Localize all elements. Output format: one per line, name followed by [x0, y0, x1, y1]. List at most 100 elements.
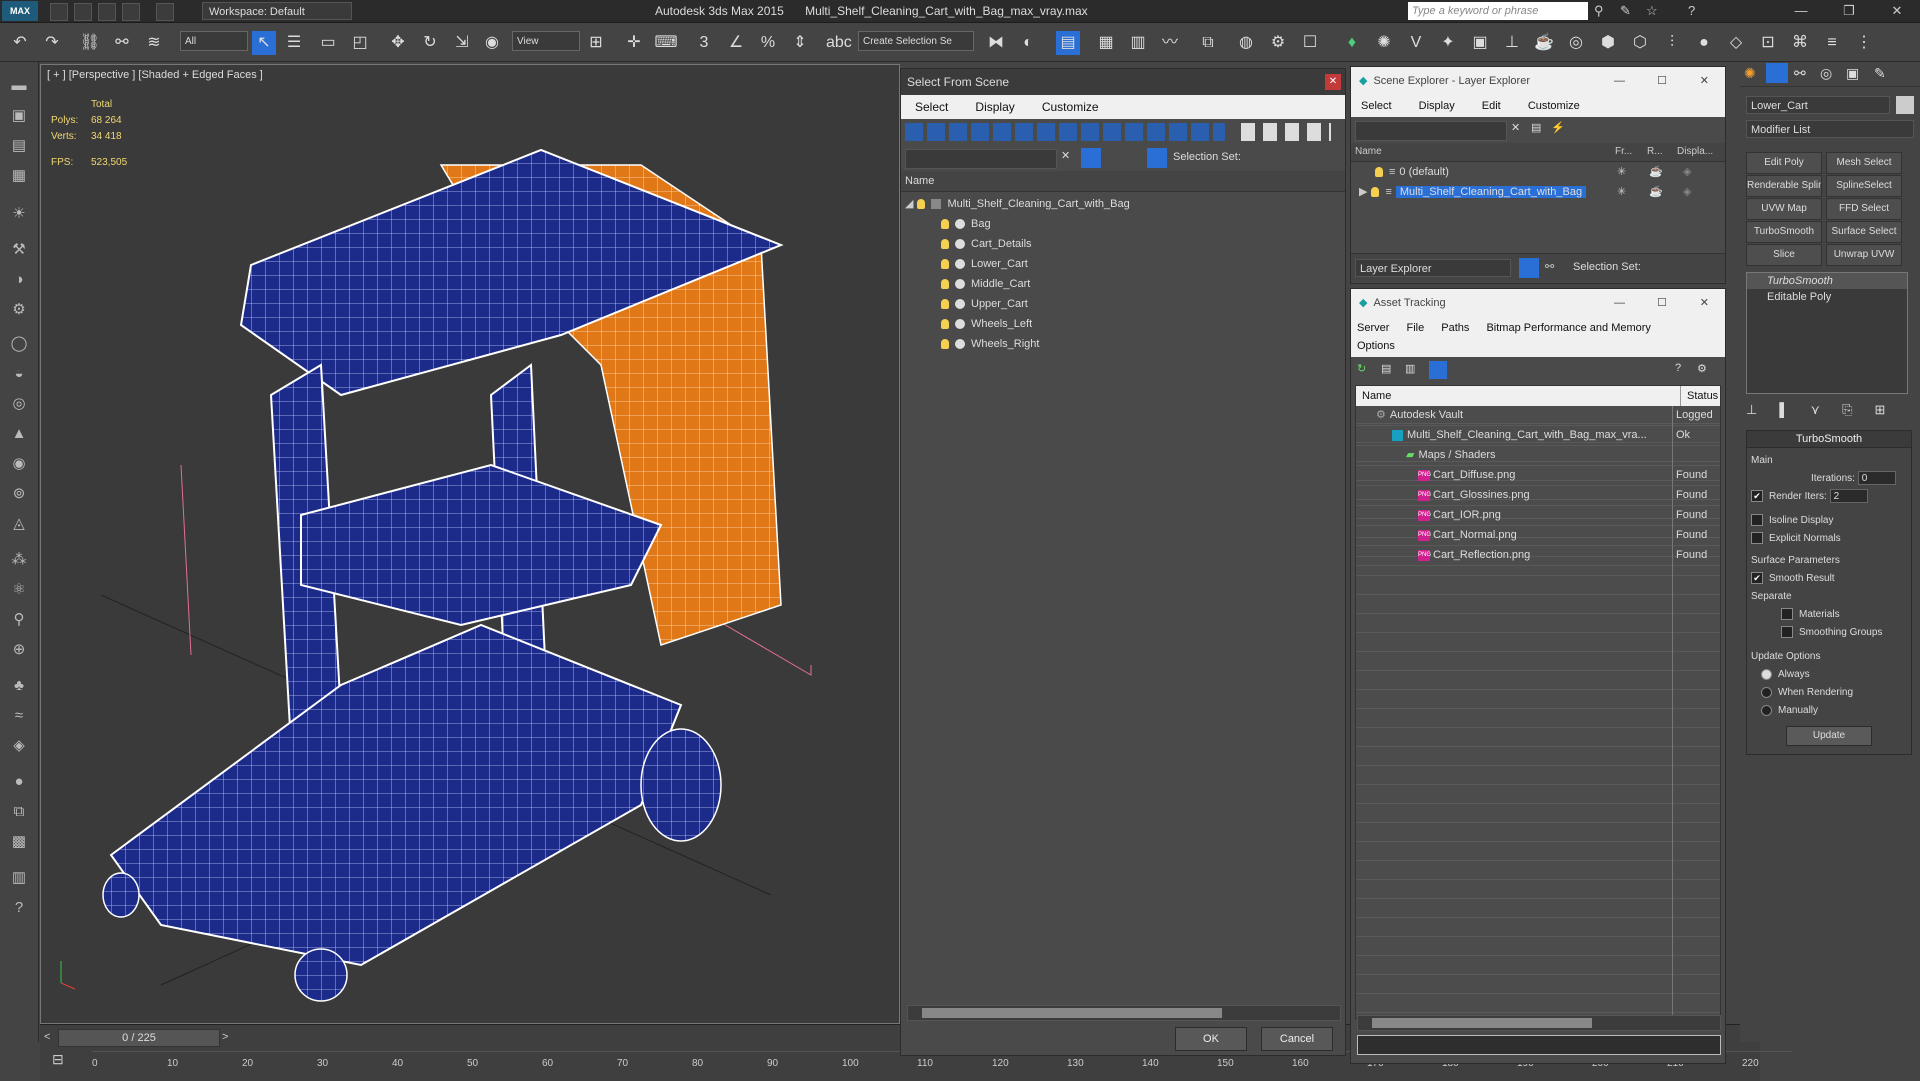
systems-icon[interactable]: ⚙ — [7, 298, 31, 322]
shape-icon[interactable]: ● — [7, 770, 31, 794]
menu-server[interactable]: Server — [1357, 322, 1389, 334]
perspective-viewport[interactable]: [ + ] [Perspective ] [Shaded + Edged Fac… — [40, 64, 900, 1024]
smooth-result-checkbox[interactable]: ✔ — [1751, 572, 1763, 585]
light-bulb-icon[interactable] — [1371, 187, 1380, 198]
modify-tab-icon[interactable] — [1766, 63, 1788, 83]
move-icon[interactable]: ✥ — [386, 31, 410, 55]
light-bulb-icon[interactable] — [941, 239, 949, 250]
vray-fur-icon[interactable]: ⫶ — [1660, 31, 1684, 55]
render-setup-icon[interactable]: ⚙ — [1266, 31, 1290, 55]
list-view-icon[interactable]: ▤ — [1381, 362, 1391, 375]
modifier-button[interactable]: Renderable Spline — [1746, 175, 1822, 197]
find-input[interactable] — [1355, 121, 1507, 141]
display-filter-icons[interactable] — [905, 123, 1225, 141]
rendered-frame-window-icon[interactable]: ☐ — [1298, 31, 1322, 55]
angle-snap-icon[interactable]: ∠ — [724, 31, 748, 55]
ruler-icon[interactable]: ⊥ — [1500, 31, 1524, 55]
vray-plane-icon[interactable]: ◇ — [1724, 31, 1748, 55]
percent-snap-icon[interactable]: % — [756, 31, 780, 55]
asset-row[interactable]: PNG Cart_Glossines.png Found — [1356, 486, 1720, 506]
column-name-header[interactable]: Name — [901, 171, 1345, 192]
save-file-icon[interactable] — [98, 3, 116, 21]
create-tab-icon[interactable]: ✺ — [1744, 65, 1756, 82]
unlink-icon[interactable]: ⚯ — [110, 31, 134, 55]
tree-child-row[interactable]: Middle_Cart — [901, 274, 1345, 294]
asset-row[interactable]: PNG Cart_Diffuse.png Found — [1356, 466, 1720, 486]
rollout-title[interactable]: TurboSmooth — [1746, 430, 1912, 448]
reference-coordinate-dropdown[interactable]: View — [512, 31, 580, 51]
tree-child-row[interactable]: Wheels_Right — [901, 334, 1345, 354]
light-bulb-icon[interactable] — [941, 299, 949, 310]
search-input[interactable]: Type a keyword or phrase — [1408, 2, 1588, 20]
selection-filter-dropdown[interactable]: All — [180, 31, 248, 51]
workspace-dropdown[interactable]: Workspace: Default — [202, 2, 352, 20]
settings-icon[interactable]: ⚙ — [1697, 362, 1707, 375]
expand-icon[interactable]: ▶ — [1359, 186, 1367, 198]
always-radio[interactable] — [1761, 668, 1772, 680]
cloth-icon[interactable]: ◈ — [7, 734, 31, 758]
utilities-tab-icon[interactable]: ✎ — [1874, 65, 1886, 82]
column-name[interactable]: Name — [1355, 143, 1382, 161]
clear-icon[interactable]: ✕ — [1511, 121, 1520, 134]
undo-icon[interactable] — [122, 3, 140, 21]
modifier-button[interactable]: Surface Select — [1826, 221, 1902, 243]
modifier-list-dropdown[interactable]: Modifier List — [1746, 120, 1914, 138]
menu-select[interactable]: Select — [915, 100, 948, 114]
vray-options-icon[interactable]: ⋮ — [1852, 31, 1876, 55]
stack-item-turbosmooth[interactable]: TurboSmooth — [1747, 273, 1907, 289]
render-iters-spinner[interactable]: 2 — [1829, 489, 1868, 504]
link-icon[interactable]: ⛓ — [78, 31, 102, 55]
close-icon[interactable]: ✕ — [1325, 74, 1341, 90]
grid-view-icon[interactable] — [1429, 361, 1447, 379]
cone-icon[interactable]: ▲ — [7, 422, 31, 446]
teapot-icon[interactable]: ☕ — [1532, 31, 1556, 55]
modifier-button[interactable]: Unwrap UVW — [1826, 244, 1902, 266]
asset-row[interactable]: PNG Cart_Reflection.png Found — [1356, 546, 1720, 566]
rect-selection-icon[interactable]: ▭ — [316, 31, 340, 55]
pivot-center-icon[interactable]: ⊞ — [584, 31, 608, 55]
hierarchy-icon[interactable]: ⚯ — [1545, 260, 1554, 273]
tools-icon[interactable]: ✎ — [1620, 3, 1631, 19]
utilities-icon[interactable]: ▥ — [7, 866, 31, 890]
select-manipulate-icon[interactable]: ✛ — [622, 31, 646, 55]
horizontal-scrollbar[interactable] — [907, 1005, 1341, 1021]
material-editor-icon[interactable]: ◍ — [1234, 31, 1258, 55]
menu-options[interactable]: Options — [1357, 340, 1395, 352]
modifier-button[interactable]: Mesh Select — [1826, 152, 1902, 174]
vray-icon[interactable]: V — [1404, 31, 1428, 55]
open-file-icon[interactable] — [74, 3, 92, 21]
hair-icon[interactable]: ≈ — [7, 704, 31, 728]
plane-icon[interactable]: ▤ — [7, 134, 31, 158]
foliage-icon[interactable]: ♣ — [7, 674, 31, 698]
column-frozen[interactable]: Fr... — [1615, 143, 1632, 161]
spacewarp-icon[interactable]: ◑ — [7, 268, 31, 292]
create-selection-set-dropdown[interactable]: Create Selection Se — [858, 31, 974, 51]
column-display[interactable]: Displa... — [1677, 143, 1713, 161]
menu-select[interactable]: Select — [1361, 100, 1392, 112]
stack-item-editable-poly[interactable]: Editable Poly — [1747, 289, 1907, 305]
create-icon[interactable]: ▬ — [7, 74, 31, 98]
vray-camera-icon[interactable]: ⌘ — [1788, 31, 1812, 55]
minimize-button[interactable]: — — [1614, 289, 1625, 317]
isoline-checkbox[interactable] — [1751, 514, 1763, 527]
app-logo[interactable]: MAX — [2, 1, 38, 21]
compound-icon[interactable]: ⧉ — [7, 800, 31, 824]
helpers-icon[interactable]: ⚒ — [7, 238, 31, 262]
pin-stack-icon[interactable]: ⊥ — [1746, 402, 1757, 417]
spinner-snap-icon[interactable]: ⇕ — [788, 31, 812, 55]
vray-displacement-icon[interactable]: ⊡ — [1756, 31, 1780, 55]
vray-sphere-icon[interactable]: ● — [1692, 31, 1716, 55]
select-object-icon[interactable]: ↖ — [252, 31, 276, 55]
light-lister-icon[interactable]: ♦ — [1340, 31, 1364, 55]
select-by-name-icon[interactable]: ☰ — [282, 31, 306, 55]
help-icon[interactable]: ? — [7, 896, 31, 920]
viewport-label[interactable]: [ + ] [Perspective ] [Shaded + Edged Fac… — [47, 69, 263, 81]
render-teapot-icon[interactable]: ☕ — [1649, 182, 1663, 202]
light-bulb-icon[interactable] — [941, 279, 949, 290]
tree-child-row[interactable]: Lower_Cart — [901, 254, 1345, 274]
modifier-button[interactable]: Slice — [1746, 244, 1822, 266]
remove-modifier-icon[interactable]: ⎘ — [1842, 402, 1852, 417]
display-icon[interactable]: ◈ — [1683, 182, 1691, 202]
tree-child-row[interactable]: Upper_Cart — [901, 294, 1345, 314]
refresh-icon[interactable]: ↻ — [1357, 362, 1366, 375]
